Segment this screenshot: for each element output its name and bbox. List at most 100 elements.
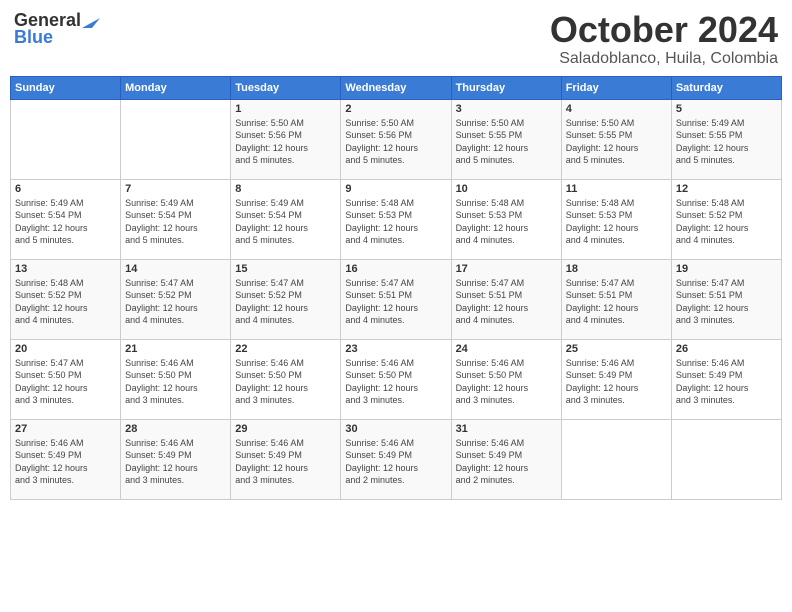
header-row: SundayMondayTuesdayWednesdayThursdayFrid… [11,76,782,99]
title-month: October 2024 [550,10,778,50]
week-row-0: 1 Sunrise: 5:50 AM Sunset: 5:56 PM Daylig… [11,99,782,179]
cell-content: Sunrise: 5:46 AM Sunset: 5:49 PM Dayligh… [676,357,777,407]
calendar-body: 1 Sunrise: 5:50 AM Sunset: 5:56 PM Daylig… [11,99,782,499]
cell-content: Sunrise: 5:50 AM Sunset: 5:55 PM Dayligh… [456,117,557,167]
cell-content: Sunrise: 5:46 AM Sunset: 5:49 PM Dayligh… [15,437,116,487]
calendar-cell [11,99,121,179]
day-number: 6 [15,183,116,195]
day-number: 25 [566,343,667,355]
cell-content: Sunrise: 5:46 AM Sunset: 5:49 PM Dayligh… [566,357,667,407]
calendar-cell: 8 Sunrise: 5:49 AM Sunset: 5:54 PM Daylig… [231,179,341,259]
calendar-cell: 4Sunrise: 5:50 AM Sunset: 5:55 PM Daylig… [561,99,671,179]
cell-content: Sunrise: 5:46 AM Sunset: 5:50 PM Dayligh… [456,357,557,407]
header-cell-saturday: Saturday [671,76,781,99]
calendar-cell: 15 Sunrise: 5:47 AM Sunset: 5:52 PM Dayli… [231,259,341,339]
calendar-cell: 20Sunrise: 5:47 AM Sunset: 5:50 PM Dayli… [11,339,121,419]
day-number: 18 [566,263,667,275]
cell-content: Sunrise: 5:46 AM Sunset: 5:50 PM Dayligh… [235,357,336,407]
cell-content: Sunrise: 5:48 AM Sunset: 5:52 PM Dayligh… [676,197,777,247]
cell-content: Sunrise: 5:48 AM Sunset: 5:52 PM Dayligh… [15,277,116,327]
calendar-cell: 26 Sunrise: 5:46 AM Sunset: 5:49 PM Dayli… [671,339,781,419]
day-number: 4 [566,103,667,115]
cell-content: Sunrise: 5:48 AM Sunset: 5:53 PM Dayligh… [456,197,557,247]
calendar-cell [671,419,781,499]
day-number: 28 [125,423,226,435]
calendar-cell: 23 Sunrise: 5:46 AM Sunset: 5:50 PM Dayli… [341,339,451,419]
day-number: 31 [456,423,557,435]
cell-content: Sunrise: 5:46 AM Sunset: 5:49 PM Dayligh… [345,437,446,487]
cell-content: Sunrise: 5:50 AM Sunset: 5:56 PM Dayligh… [235,117,336,167]
cell-content: Sunrise: 5:47 AM Sunset: 5:52 PM Dayligh… [235,277,336,327]
day-number: 26 [676,343,777,355]
day-number: 9 [345,183,446,195]
calendar-cell: 28 Sunrise: 5:46 AM Sunset: 5:49 PM Dayli… [121,419,231,499]
calendar-cell: 2 Sunrise: 5:50 AM Sunset: 5:56 PM Daylig… [341,99,451,179]
calendar-table: SundayMondayTuesdayWednesdayThursdayFrid… [10,76,782,500]
cell-content: Sunrise: 5:49 AM Sunset: 5:54 PM Dayligh… [15,197,116,247]
cell-content: Sunrise: 5:49 AM Sunset: 5:55 PM Dayligh… [676,117,777,167]
day-number: 24 [456,343,557,355]
cell-content: Sunrise: 5:46 AM Sunset: 5:49 PM Dayligh… [125,437,226,487]
cell-content: Sunrise: 5:46 AM Sunset: 5:49 PM Dayligh… [235,437,336,487]
calendar-cell: 9Sunrise: 5:48 AM Sunset: 5:53 PM Daylig… [341,179,451,259]
cell-content: Sunrise: 5:47 AM Sunset: 5:52 PM Dayligh… [125,277,226,327]
cell-content: Sunrise: 5:48 AM Sunset: 5:53 PM Dayligh… [566,197,667,247]
header-cell-sunday: Sunday [11,76,121,99]
day-number: 29 [235,423,336,435]
day-number: 1 [235,103,336,115]
week-row-4: 27 Sunrise: 5:46 AM Sunset: 5:49 PM Dayli… [11,419,782,499]
calendar-cell: 31Sunrise: 5:46 AM Sunset: 5:49 PM Dayli… [451,419,561,499]
day-number: 11 [566,183,667,195]
day-number: 5 [676,103,777,115]
cell-content: Sunrise: 5:49 AM Sunset: 5:54 PM Dayligh… [235,197,336,247]
page-header: General Blue October 2024 Saladoblanco, … [10,10,782,68]
day-number: 10 [456,183,557,195]
day-number: 15 [235,263,336,275]
day-number: 21 [125,343,226,355]
day-number: 2 [345,103,446,115]
calendar-cell: 11 Sunrise: 5:48 AM Sunset: 5:53 PM Dayli… [561,179,671,259]
logo: General Blue [14,10,100,48]
calendar-header: SundayMondayTuesdayWednesdayThursdayFrid… [11,76,782,99]
cell-content: Sunrise: 5:46 AM Sunset: 5:50 PM Dayligh… [125,357,226,407]
header-cell-thursday: Thursday [451,76,561,99]
day-number: 17 [456,263,557,275]
cell-content: Sunrise: 5:47 AM Sunset: 5:51 PM Dayligh… [566,277,667,327]
cell-content: Sunrise: 5:47 AM Sunset: 5:51 PM Dayligh… [676,277,777,327]
day-number: 8 [235,183,336,195]
calendar-cell: 6 Sunrise: 5:49 AM Sunset: 5:54 PM Daylig… [11,179,121,259]
day-number: 3 [456,103,557,115]
calendar-cell: 13 Sunrise: 5:48 AM Sunset: 5:52 PM Dayli… [11,259,121,339]
title-location: Saladoblanco, Huila, Colombia [550,50,778,68]
calendar-cell: 3 Sunrise: 5:50 AM Sunset: 5:55 PM Daylig… [451,99,561,179]
calendar-cell: 21 Sunrise: 5:46 AM Sunset: 5:50 PM Dayli… [121,339,231,419]
calendar-cell: 30 Sunrise: 5:46 AM Sunset: 5:49 PM Dayli… [341,419,451,499]
calendar-cell: 22 Sunrise: 5:46 AM Sunset: 5:50 PM Dayli… [231,339,341,419]
header-cell-wednesday: Wednesday [341,76,451,99]
calendar-cell: 29 Sunrise: 5:46 AM Sunset: 5:49 PM Dayli… [231,419,341,499]
cell-content: Sunrise: 5:47 AM Sunset: 5:51 PM Dayligh… [345,277,446,327]
header-cell-monday: Monday [121,76,231,99]
day-number: 27 [15,423,116,435]
day-number: 13 [15,263,116,275]
cell-content: Sunrise: 5:47 AM Sunset: 5:51 PM Dayligh… [456,277,557,327]
day-number: 22 [235,343,336,355]
day-number: 23 [345,343,446,355]
cell-content: Sunrise: 5:46 AM Sunset: 5:50 PM Dayligh… [345,357,446,407]
title-block: October 2024 Saladoblanco, Huila, Colomb… [550,10,778,68]
calendar-cell: 16Sunrise: 5:47 AM Sunset: 5:51 PM Dayli… [341,259,451,339]
week-row-1: 6 Sunrise: 5:49 AM Sunset: 5:54 PM Daylig… [11,179,782,259]
cell-content: Sunrise: 5:50 AM Sunset: 5:56 PM Dayligh… [345,117,446,167]
week-row-3: 20Sunrise: 5:47 AM Sunset: 5:50 PM Dayli… [11,339,782,419]
calendar-cell: 1 Sunrise: 5:50 AM Sunset: 5:56 PM Daylig… [231,99,341,179]
calendar-cell: 18 Sunrise: 5:47 AM Sunset: 5:51 PM Dayli… [561,259,671,339]
header-cell-friday: Friday [561,76,671,99]
calendar-cell [561,419,671,499]
day-number: 30 [345,423,446,435]
calendar-cell: 25 Sunrise: 5:46 AM Sunset: 5:49 PM Dayli… [561,339,671,419]
calendar-cell: 10 Sunrise: 5:48 AM Sunset: 5:53 PM Dayli… [451,179,561,259]
calendar-cell: 27 Sunrise: 5:46 AM Sunset: 5:49 PM Dayli… [11,419,121,499]
calendar-cell: 19Sunrise: 5:47 AM Sunset: 5:51 PM Dayli… [671,259,781,339]
cell-content: Sunrise: 5:49 AM Sunset: 5:54 PM Dayligh… [125,197,226,247]
day-number: 7 [125,183,226,195]
